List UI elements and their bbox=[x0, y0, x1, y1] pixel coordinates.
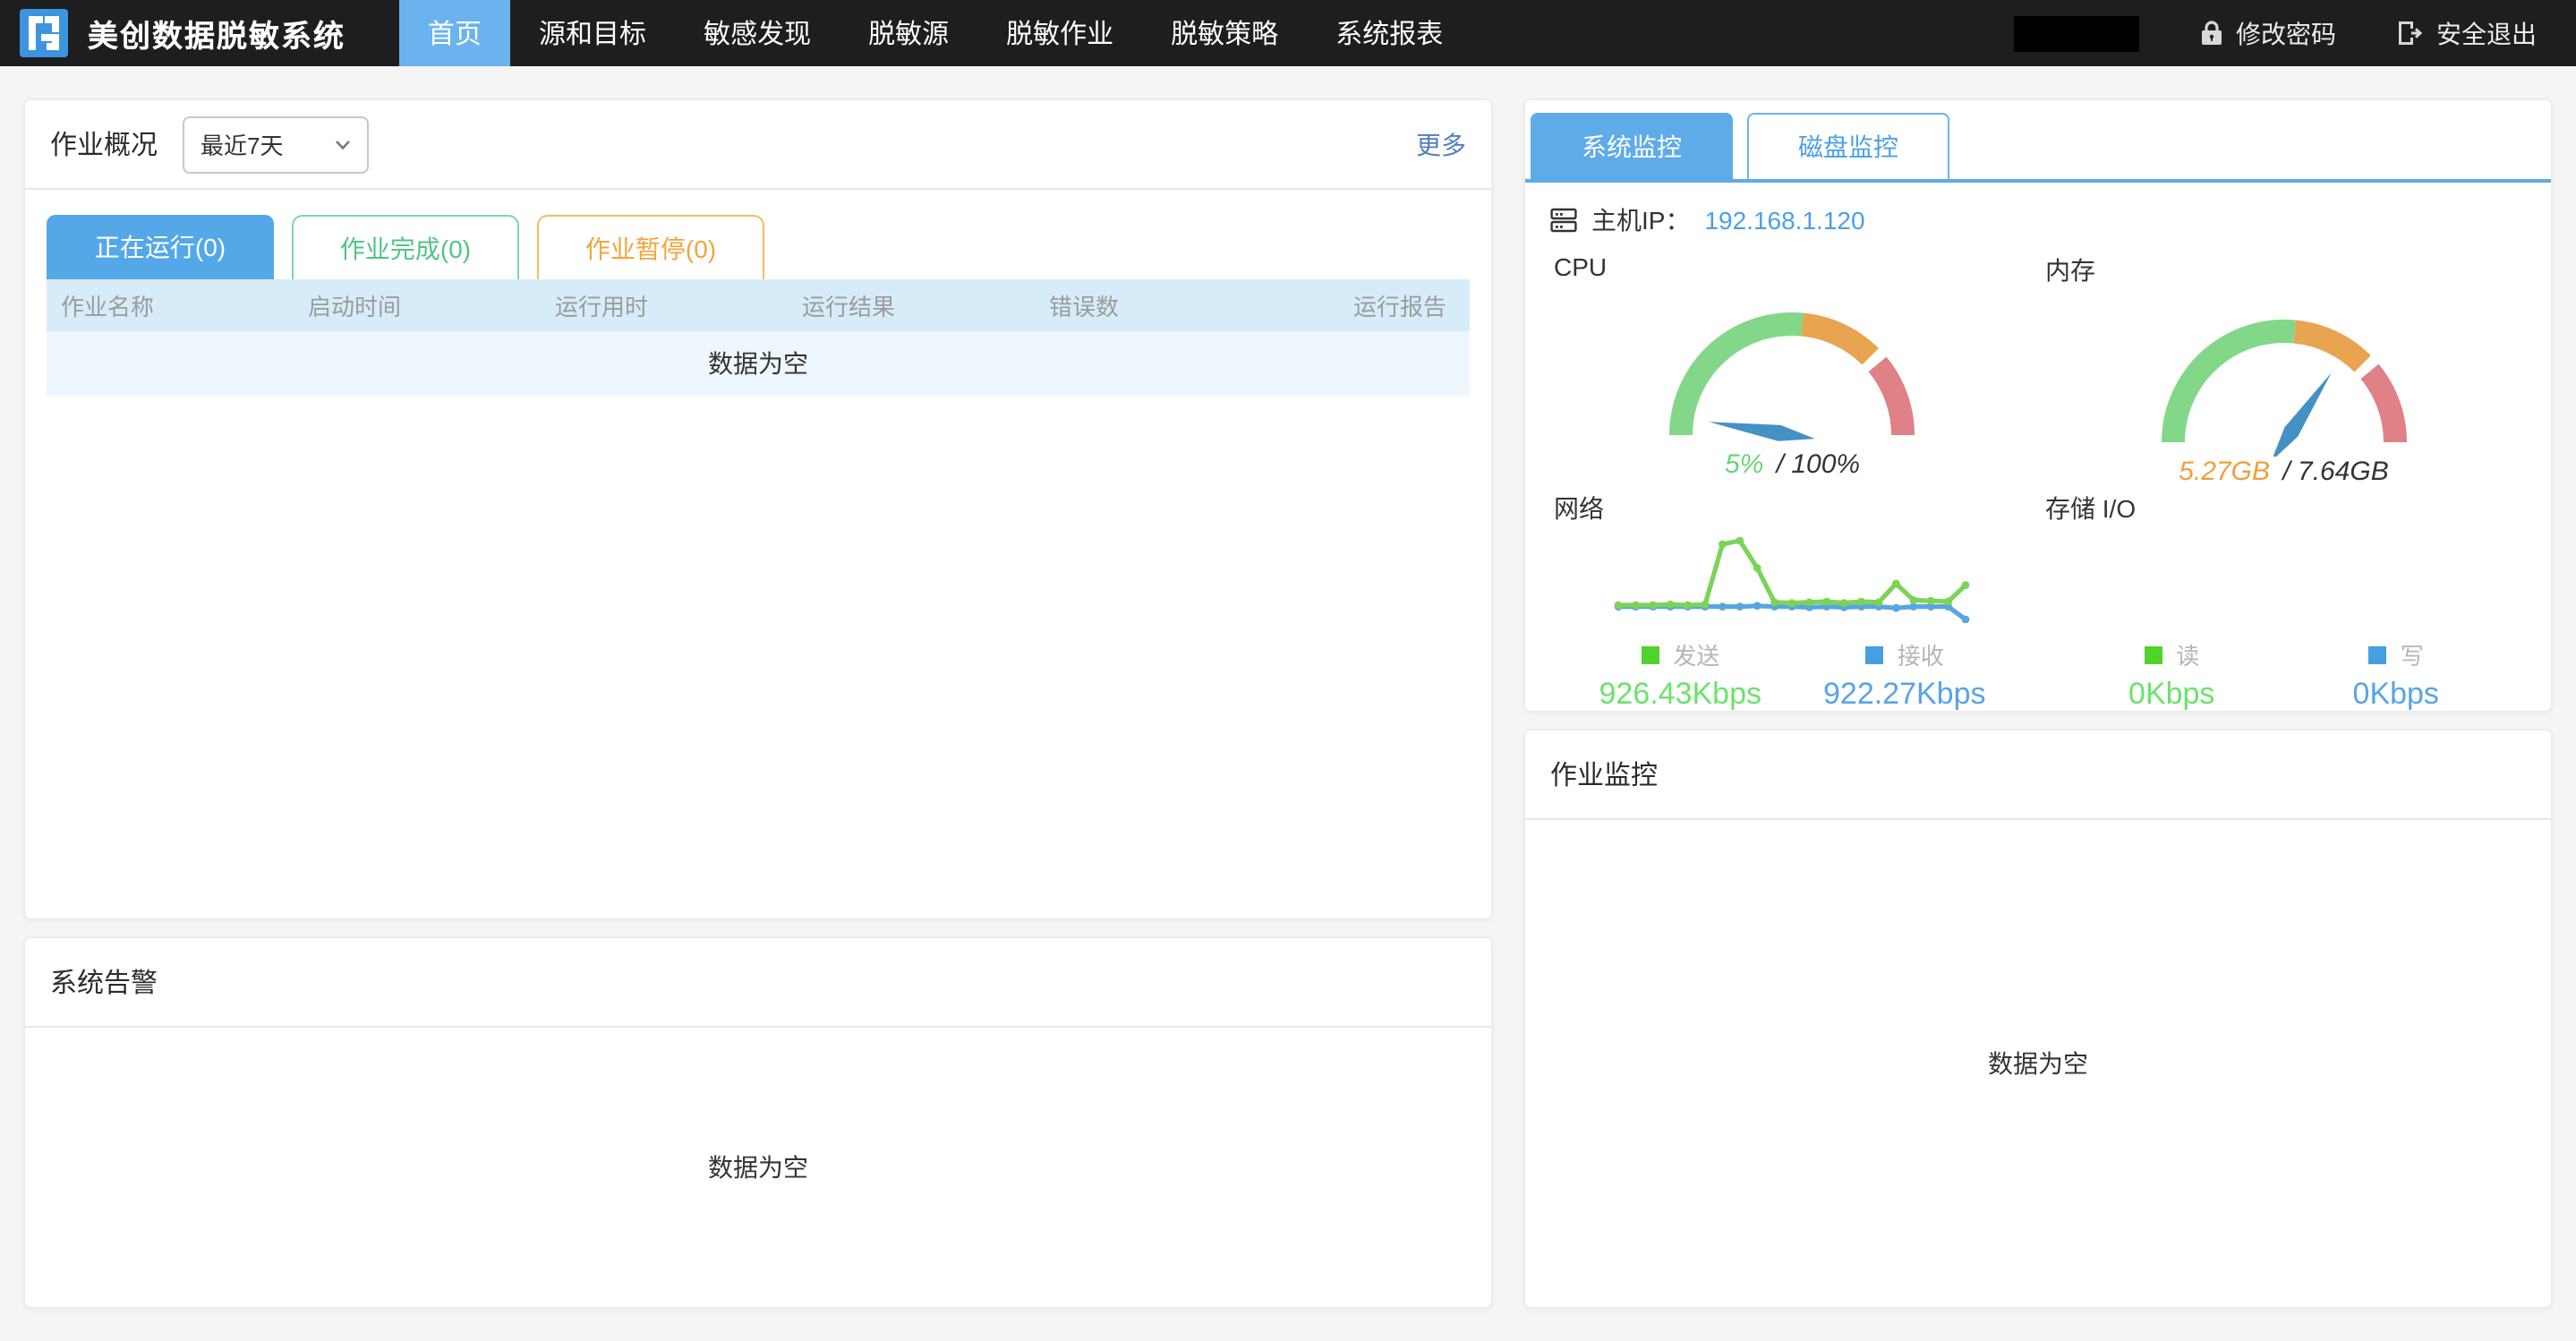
empty-data-text: 数据为空 bbox=[708, 1149, 808, 1185]
column-header-start-time: 启动时间 bbox=[294, 288, 541, 322]
app-root: 美创数据脱敏系统 首页 源和目标 敏感发现 脱敏源 脱敏作业 脱敏策略 系统报表… bbox=[0, 0, 2576, 1341]
tab-system-monitor[interactable]: 系统监控 bbox=[1531, 113, 1733, 179]
brand: 美创数据脱敏系统 bbox=[0, 0, 345, 66]
nav-item-home[interactable]: 首页 bbox=[399, 0, 510, 66]
cpu-gauge-value: 5% / 100% bbox=[1547, 449, 2038, 480]
nav-item-system-report[interactable]: 系统报表 bbox=[1307, 0, 1471, 66]
network-label: 网络 bbox=[1547, 491, 2038, 526]
send-value: 926.43Kbps bbox=[1599, 677, 1762, 713]
cpu-gauge-chart bbox=[1603, 270, 1983, 449]
server-icon bbox=[1550, 208, 1577, 233]
host-ip-label: 主机IP： bbox=[1591, 202, 1690, 238]
brand-logo-icon bbox=[20, 9, 68, 57]
memory-gauge-cell: 内存 5.27GB / 7.64GB bbox=[2038, 249, 2529, 487]
legend-read: 读 0Kbps bbox=[2128, 637, 2214, 713]
system-alerts-panel: 系统告警 数据为空 bbox=[23, 936, 1493, 1309]
storage-chart-cell: 存储 I/O 读 0Kbps bbox=[2038, 487, 2529, 713]
system-alerts-title: 系统告警 bbox=[50, 963, 158, 1001]
job-overview-panel: 作业概况 最近7天 更多 正在运行(0) 作业完成(0) 作业暂停(0) bbox=[23, 98, 1493, 920]
job-monitor-header: 作业监控 bbox=[1525, 730, 2551, 820]
empty-data-text: 数据为空 bbox=[708, 346, 808, 381]
job-overview-title: 作业概况 bbox=[50, 125, 158, 163]
receive-value: 922.27Kbps bbox=[1823, 677, 1986, 713]
nav-item-masking-policy[interactable]: 脱敏策略 bbox=[1142, 0, 1307, 66]
network-line-chart bbox=[1608, 530, 1977, 623]
date-range-value: 最近7天 bbox=[200, 127, 283, 161]
read-label: 读 bbox=[2176, 637, 2199, 671]
main-nav: 首页 源和目标 敏感发现 脱敏源 脱敏作业 脱敏策略 系统报表 bbox=[399, 0, 1471, 66]
receive-swatch-icon bbox=[1865, 645, 1883, 663]
column-header-report: 运行报告 bbox=[1282, 288, 1470, 322]
legend-send: 发送 926.43Kbps bbox=[1599, 637, 1762, 713]
memory-used-value: 5.27GB bbox=[2179, 457, 2270, 487]
system-alerts-header: 系统告警 bbox=[25, 938, 1491, 1028]
monitor-grid: CPU 5% / 100% 内存 5.27GB / 7.64GB bbox=[1525, 249, 2551, 713]
job-monitor-title: 作业监控 bbox=[1550, 756, 1658, 793]
empty-data-text: 数据为空 bbox=[1988, 1046, 2088, 1081]
job-table: 作业名称 启动时间 运行用时 运行结果 错误数 运行报告 数据为空 bbox=[47, 279, 1470, 396]
cpu-total-value: / 100% bbox=[1777, 449, 1860, 480]
cpu-gauge-cell: CPU 5% / 100% bbox=[1547, 249, 2038, 487]
nav-item-sensitive-discovery[interactable]: 敏感发现 bbox=[675, 0, 840, 66]
nav-item-masking-job[interactable]: 脱敏作业 bbox=[977, 0, 1142, 66]
network-legend: 发送 926.43Kbps 接收 922.27Kbps bbox=[1547, 637, 2038, 713]
read-swatch-icon bbox=[2144, 645, 2162, 663]
storage-line-chart bbox=[2100, 530, 2469, 623]
nav-item-masking-source[interactable]: 脱敏源 bbox=[840, 0, 977, 66]
job-monitor-body: 数据为空 bbox=[1525, 820, 2551, 1307]
tab-disk-monitor[interactable]: 磁盘监控 bbox=[1747, 113, 1949, 179]
column-header-result: 运行结果 bbox=[788, 288, 1035, 322]
legend-write: 写 0Kbps bbox=[2353, 637, 2439, 713]
navbar-right: 修改密码 安全退出 bbox=[2014, 0, 2576, 66]
write-label: 写 bbox=[2401, 637, 2424, 671]
memory-gauge-chart bbox=[2094, 278, 2474, 457]
column-header-job-name: 作业名称 bbox=[47, 288, 294, 322]
chevron-down-icon bbox=[335, 139, 351, 149]
send-swatch-icon bbox=[1641, 645, 1659, 663]
write-swatch-icon bbox=[2368, 645, 2386, 663]
tab-running[interactable]: 正在运行(0) bbox=[47, 215, 274, 279]
tab-completed[interactable]: 作业完成(0) bbox=[292, 215, 519, 279]
system-alerts-body: 数据为空 bbox=[25, 1028, 1491, 1307]
redacted-username bbox=[2014, 15, 2139, 51]
network-chart-cell: 网络 发送 926.43Kbps bbox=[1547, 487, 2038, 713]
navbar: 美创数据脱敏系统 首页 源和目标 敏感发现 脱敏源 脱敏作业 脱敏策略 系统报表… bbox=[0, 0, 2576, 66]
nav-item-source-target[interactable]: 源和目标 bbox=[510, 0, 675, 66]
write-value: 0Kbps bbox=[2353, 677, 2439, 713]
logout-button[interactable]: 安全退出 bbox=[2397, 15, 2537, 51]
logout-icon bbox=[2397, 20, 2424, 47]
job-monitor-panel: 作业监控 数据为空 bbox=[1523, 729, 2553, 1309]
date-range-select[interactable]: 最近7天 bbox=[183, 115, 369, 173]
storage-label: 存储 I/O bbox=[2038, 491, 2529, 526]
job-overview-header: 作业概况 最近7天 更多 bbox=[25, 100, 1491, 190]
change-password-button[interactable]: 修改密码 bbox=[2200, 15, 2336, 51]
more-link[interactable]: 更多 bbox=[1416, 126, 1466, 162]
memory-gauge-value: 5.27GB / 7.64GB bbox=[2038, 457, 2529, 487]
cpu-used-value: 5% bbox=[1725, 449, 1763, 480]
host-ip-value: 192.168.1.120 bbox=[1704, 206, 1864, 235]
column-header-error-count: 错误数 bbox=[1035, 288, 1282, 322]
job-table-header: 作业名称 启动时间 运行用时 运行结果 错误数 运行报告 bbox=[47, 279, 1470, 331]
job-status-tabs: 正在运行(0) 作业完成(0) 作业暂停(0) bbox=[25, 190, 1491, 279]
job-table-empty-row: 数据为空 bbox=[47, 331, 1470, 396]
read-value: 0Kbps bbox=[2128, 677, 2214, 713]
memory-total-value: / 7.64GB bbox=[2282, 457, 2388, 487]
receive-label: 接收 bbox=[1898, 637, 1944, 671]
host-ip-row: 主机IP： 192.168.1.120 bbox=[1525, 183, 2551, 249]
lock-icon bbox=[2200, 20, 2223, 47]
app-title: 美创数据脱敏系统 bbox=[88, 11, 345, 56]
send-label: 发送 bbox=[1673, 637, 1719, 671]
monitor-tabs: 系统监控 磁盘监控 bbox=[1525, 100, 2551, 183]
tab-paused[interactable]: 作业暂停(0) bbox=[537, 215, 764, 279]
legend-receive: 接收 922.27Kbps bbox=[1823, 637, 1986, 713]
storage-legend: 读 0Kbps 写 0Kbps bbox=[2038, 637, 2529, 713]
monitor-panel: 系统监控 磁盘监控 主机IP： 192.168.1.120 bbox=[1523, 98, 2553, 713]
column-header-duration: 运行用时 bbox=[541, 288, 788, 322]
left-column: 作业概况 最近7天 更多 正在运行(0) 作业完成(0) 作业暂停(0) bbox=[23, 98, 1493, 1309]
right-column: 系统监控 磁盘监控 主机IP： 192.168.1.120 bbox=[1523, 98, 2553, 1309]
main-content: 作业概况 最近7天 更多 正在运行(0) 作业完成(0) 作业暂停(0) bbox=[0, 66, 2576, 1341]
